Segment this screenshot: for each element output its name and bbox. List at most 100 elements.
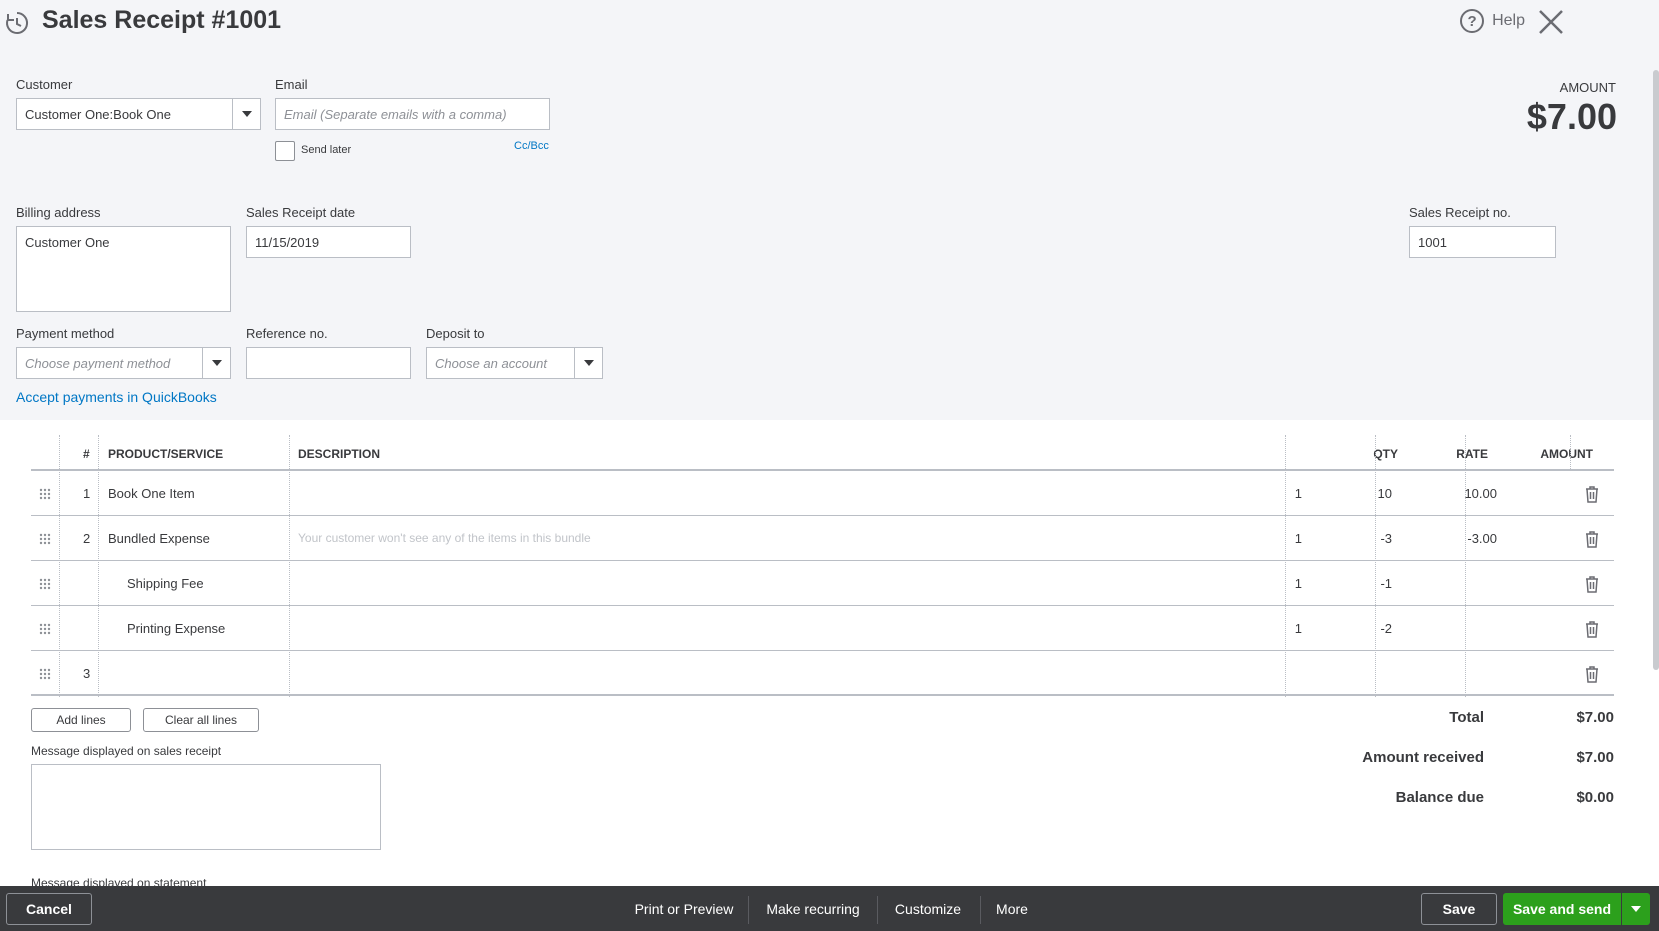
chevron-down-icon <box>241 111 252 117</box>
help-label: Help <box>1492 12 1525 29</box>
billing-address-value: Customer One <box>25 235 110 250</box>
payment-method-placeholder: Choose payment method <box>25 355 171 371</box>
receipt-date-field[interactable]: 11/15/2019 <box>246 226 411 258</box>
total-value: $7.00 <box>1576 709 1614 726</box>
row-product[interactable]: Printing Expense <box>127 621 225 636</box>
customer-value: Customer One:Book One <box>25 106 171 122</box>
row-description: Your customer won't see any of the items… <box>298 531 591 545</box>
history-icon[interactable] <box>4 10 30 36</box>
chevron-down-icon <box>1631 906 1641 912</box>
payment-method-select[interactable]: Choose payment method <box>16 347 231 379</box>
deposit-to-select[interactable]: Choose an account <box>426 347 603 379</box>
receipt-date-value: 11/15/2019 <box>255 234 320 250</box>
reference-no-field[interactable] <box>246 347 411 379</box>
amount-received-value: $7.00 <box>1576 749 1614 766</box>
row-amount[interactable]: 10.00 <box>1464 486 1497 501</box>
row-qty[interactable]: 1 <box>1295 621 1302 636</box>
row-product[interactable]: Shipping Fee <box>127 576 204 591</box>
divider <box>748 896 749 924</box>
receipt-no-label: Sales Receipt no. <box>1409 205 1511 220</box>
deposit-dropdown-button[interactable] <box>574 348 602 378</box>
table-header: # PRODUCT/SERVICE DESCRIPTION QTY RATE A… <box>31 435 1614 471</box>
trash-icon[interactable] <box>1584 665 1600 683</box>
row-qty[interactable]: 1 <box>1295 486 1302 501</box>
help-button[interactable]: ? Help <box>1460 9 1525 33</box>
row-rate[interactable]: -2 <box>1380 621 1392 636</box>
drag-handle-icon[interactable] <box>39 578 51 590</box>
row-qty[interactable]: 1 <box>1295 531 1302 546</box>
col-header-qty: QTY <box>1373 447 1398 461</box>
page-header: Sales Receipt #1001 ? Help <box>0 0 1659 44</box>
row-rate[interactable]: -3 <box>1380 531 1392 546</box>
table-row[interactable]: Shipping Fee 1 -1 <box>31 561 1614 606</box>
row-rate[interactable]: 10 <box>1378 486 1392 501</box>
reference-no-label: Reference no. <box>246 326 328 341</box>
email-field[interactable]: Email (Separate emails with a comma) <box>275 98 550 130</box>
col-header-rate: RATE <box>1456 447 1488 461</box>
save-and-send-button[interactable]: Save and send <box>1503 893 1621 925</box>
col-header-amount: AMOUNT <box>1540 447 1593 461</box>
row-amount[interactable]: -3.00 <box>1467 531 1497 546</box>
cc-bcc-link[interactable]: Cc/Bcc <box>514 140 549 152</box>
chevron-down-icon <box>583 360 594 366</box>
print-preview-button[interactable]: Print or Preview <box>628 893 740 925</box>
deposit-to-placeholder: Choose an account <box>435 355 548 371</box>
add-lines-button[interactable]: Add lines <box>31 708 131 732</box>
save-options-dropdown[interactable] <box>1622 893 1650 925</box>
amount-label: AMOUNT <box>1559 80 1616 95</box>
row-number: 3 <box>83 666 91 681</box>
chevron-down-icon <box>211 360 222 366</box>
table-row[interactable]: 3 <box>31 651 1614 696</box>
receipt-message-field[interactable] <box>31 764 381 850</box>
amount-received-label: Amount received <box>1362 749 1484 766</box>
receipt-no-field[interactable]: 1001 <box>1409 226 1556 258</box>
row-product[interactable]: Bundled Expense <box>108 531 210 546</box>
divider <box>980 896 981 924</box>
total-label: Total <box>1449 709 1484 726</box>
trash-icon[interactable] <box>1584 620 1600 638</box>
accept-payments-link[interactable]: Accept payments in QuickBooks <box>16 389 217 405</box>
balance-due-value: $0.00 <box>1576 789 1614 806</box>
row-rate[interactable]: -1 <box>1380 576 1392 591</box>
trash-icon[interactable] <box>1584 575 1600 593</box>
clear-all-lines-button[interactable]: Clear all lines <box>143 708 259 732</box>
row-number: 2 <box>83 531 91 546</box>
more-button[interactable]: More <box>988 893 1036 925</box>
deposit-to-label: Deposit to <box>426 326 485 341</box>
receipt-no-value: 1001 <box>1418 234 1447 250</box>
col-header-number: # <box>83 447 90 461</box>
trash-icon[interactable] <box>1584 485 1600 503</box>
email-label: Email <box>275 77 308 92</box>
payment-dropdown-button[interactable] <box>202 348 230 378</box>
billing-address-field[interactable]: Customer One <box>16 226 231 312</box>
amount-total: $7.00 <box>1526 96 1617 137</box>
drag-handle-icon[interactable] <box>39 533 51 545</box>
send-later-checkbox[interactable] <box>275 141 295 161</box>
customer-select[interactable]: Customer One:Book One <box>16 98 261 130</box>
col-header-product: PRODUCT/SERVICE <box>108 447 224 461</box>
scrollbar[interactable] <box>1653 70 1659 670</box>
receipt-message-label: Message displayed on sales receipt <box>31 744 222 758</box>
row-number: 1 <box>83 486 91 501</box>
email-placeholder: Email (Separate emails with a comma) <box>284 106 507 122</box>
row-product[interactable]: Book One Item <box>108 486 195 501</box>
receipt-date-label: Sales Receipt date <box>246 205 356 220</box>
customer-dropdown-button[interactable] <box>232 99 260 129</box>
billing-address-label: Billing address <box>16 205 101 220</box>
table-row[interactable]: Printing Expense 1 -2 <box>31 606 1614 651</box>
column-divider <box>1570 435 1571 471</box>
table-row[interactable]: 2 Bundled Expense Your customer won't se… <box>31 516 1614 561</box>
cancel-button[interactable]: Cancel <box>6 893 92 925</box>
trash-icon[interactable] <box>1584 530 1600 548</box>
table-row[interactable]: 1 Book One Item 1 10 10.00 <box>31 471 1614 516</box>
drag-handle-icon[interactable] <box>39 623 51 635</box>
payment-method-label: Payment method <box>16 326 115 341</box>
save-button[interactable]: Save <box>1421 893 1497 925</box>
page-title: Sales Receipt #1001 <box>42 6 282 34</box>
customize-button[interactable]: Customize <box>887 893 969 925</box>
drag-handle-icon[interactable] <box>39 668 51 680</box>
row-qty[interactable]: 1 <box>1295 576 1302 591</box>
drag-handle-icon[interactable] <box>39 488 51 500</box>
make-recurring-button[interactable]: Make recurring <box>758 893 868 925</box>
close-icon[interactable] <box>1537 8 1565 36</box>
